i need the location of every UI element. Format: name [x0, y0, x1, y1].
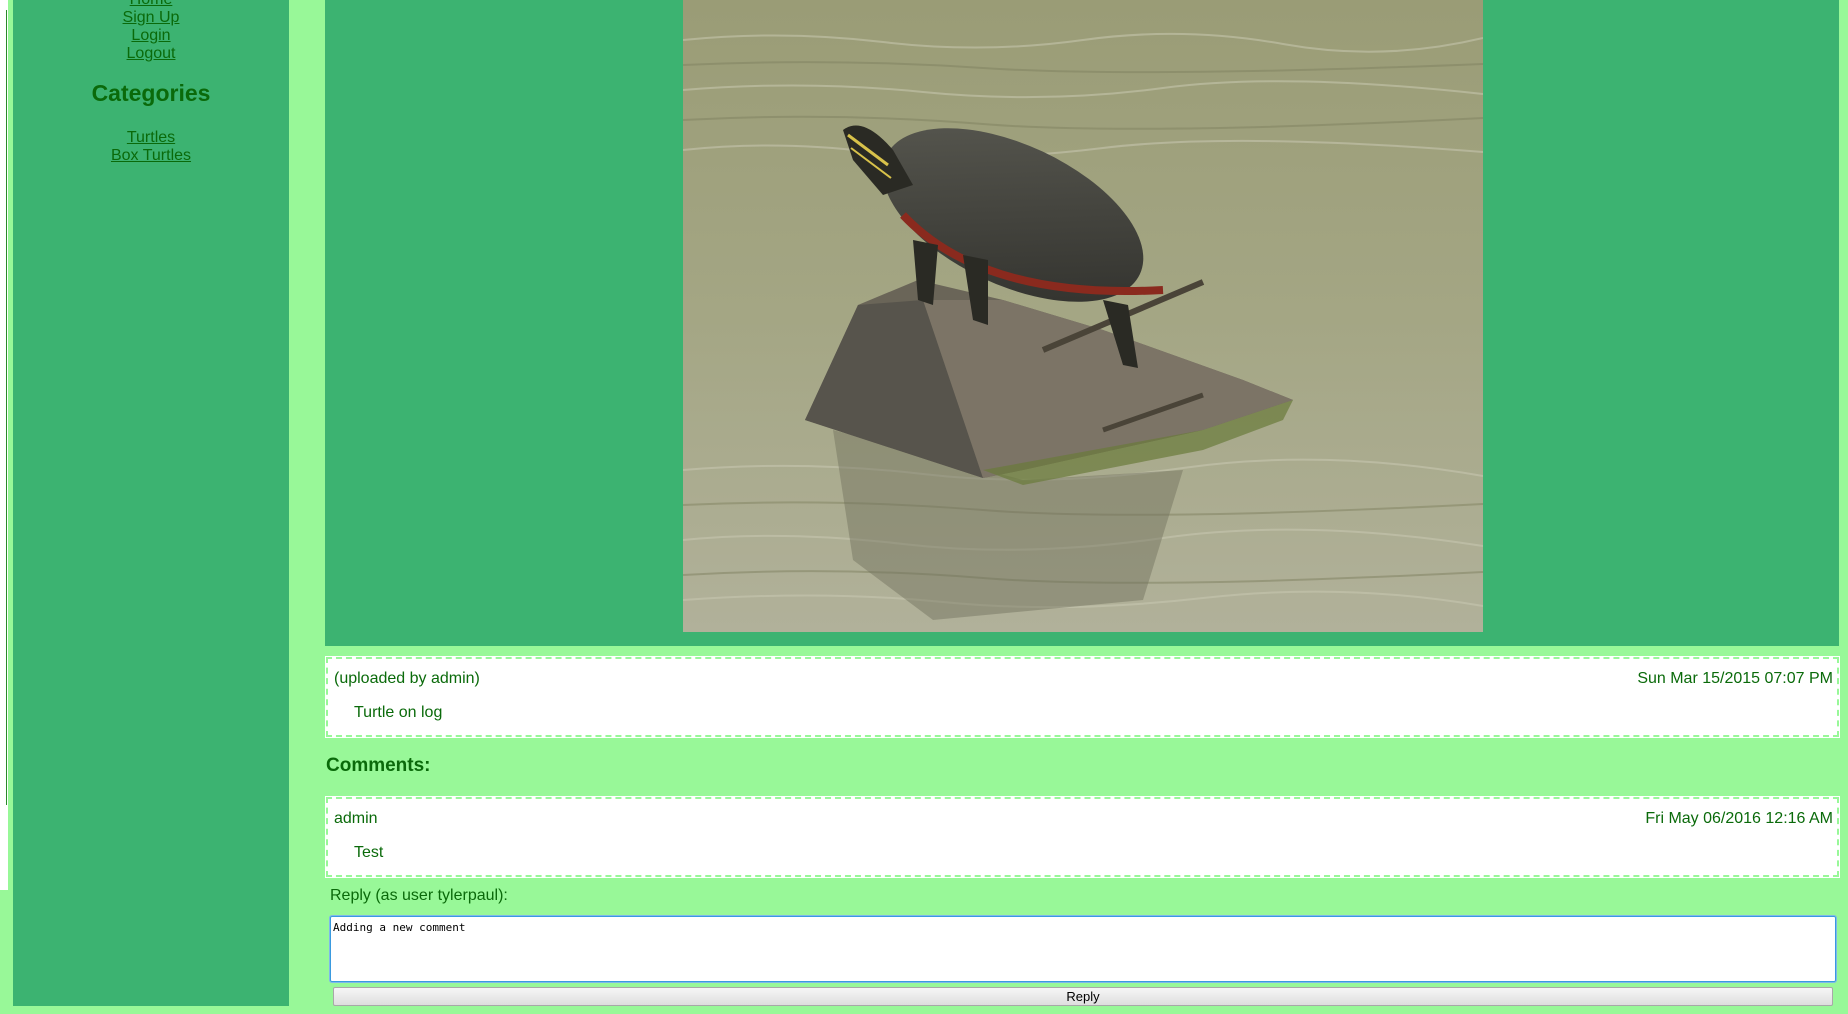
reply-textarea[interactable]: Adding a new comment — [329, 915, 1837, 983]
post-date: Sun Mar 15/2015 07:07 PM — [1637, 670, 1833, 687]
categories-title: Categories — [91, 80, 211, 106]
comment-date: Fri May 06/2016 12:16 AM — [1645, 810, 1833, 827]
comments-title: Comments: — [326, 755, 431, 776]
nav-signup-link[interactable]: Sign Up — [13, 9, 289, 27]
image-panel — [325, 0, 1839, 646]
comment-text: Test — [354, 844, 384, 861]
nav-logout-link[interactable]: Logout — [13, 45, 289, 63]
comment-author: admin — [334, 810, 378, 827]
nav-login-link[interactable]: Login — [13, 27, 289, 45]
post-caption: Turtle on log — [354, 704, 443, 721]
reply-label: Reply (as user tylerpaul): — [330, 887, 508, 904]
comment-item: admin Fri May 06/2016 12:16 AM Test — [325, 796, 1840, 878]
turtle-photo — [683, 0, 1483, 632]
nav-home-link[interactable]: Home — [13, 0, 289, 9]
post-uploader: (uploaded by admin) — [334, 670, 480, 687]
left-edge-line — [6, 10, 7, 805]
post-info-box: (uploaded by admin) Sun Mar 15/2015 07:0… — [325, 656, 1840, 738]
category-turtles-link[interactable]: Turtles — [13, 129, 289, 147]
reply-button[interactable]: Reply — [333, 987, 1833, 1006]
nav-links: Home Sign Up Login Logout — [13, 0, 289, 63]
category-links: Turtles Box Turtles — [13, 129, 289, 165]
category-box-turtles-link[interactable]: Box Turtles — [13, 147, 289, 165]
sidebar: Home Sign Up Login Logout Categories Tur… — [13, 0, 289, 1006]
